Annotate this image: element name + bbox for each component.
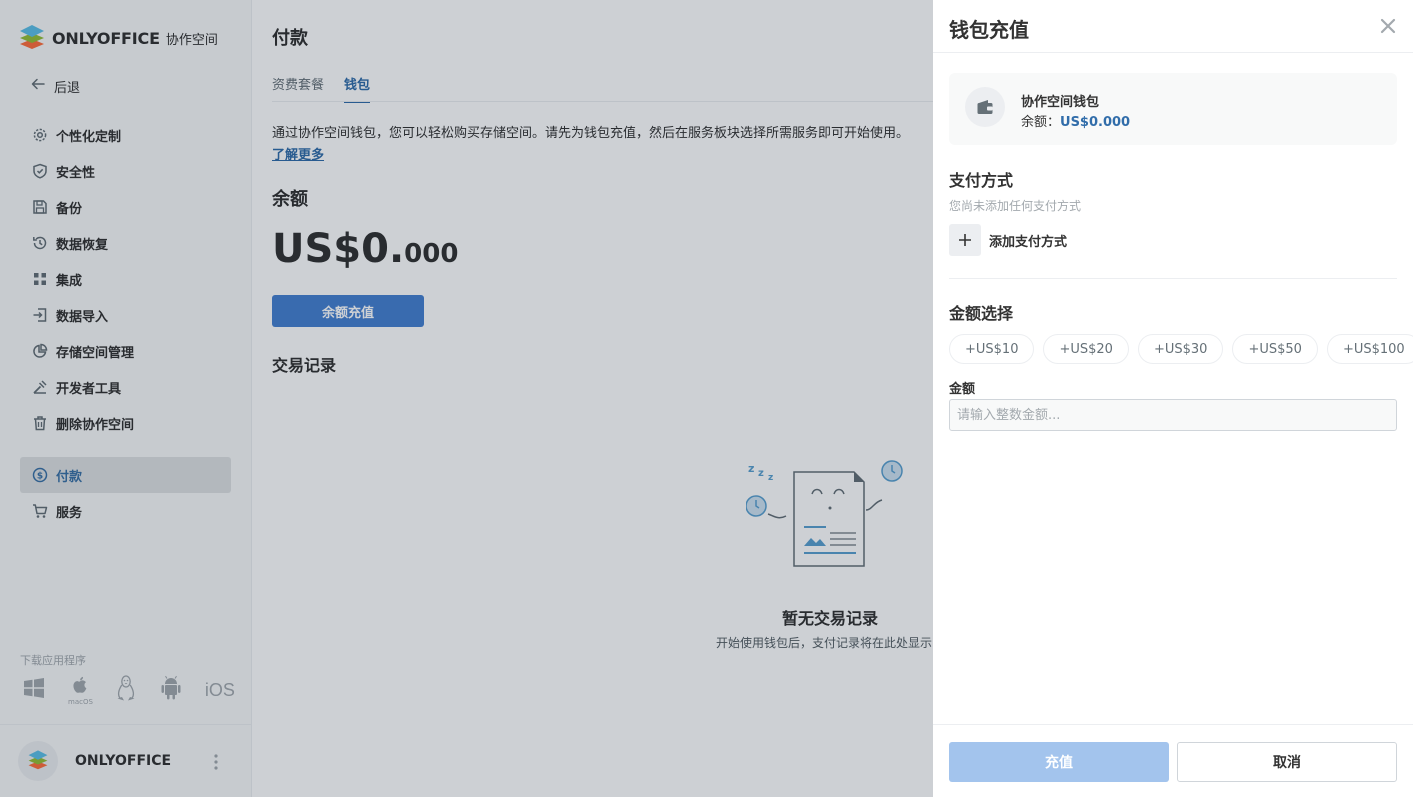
amount-selection-heading: 金额选择 [949, 304, 1014, 323]
wallet-balance-value: US$0.000 [1060, 115, 1131, 130]
payment-method-heading: 支付方式 [949, 171, 1014, 190]
panel-header: 钱包充值 [933, 0, 1413, 53]
wallet-topup-panel: 钱包充值 协作空间钱包 余额：US$0.000 支付方式 您尚未添加任何支付方式… [933, 0, 1413, 797]
panel-divider [949, 278, 1397, 279]
amount-chip[interactable]: +US$20 [1043, 334, 1129, 364]
amount-chip[interactable]: +US$50 [1232, 334, 1318, 364]
amount-chip[interactable]: +US$30 [1137, 334, 1224, 364]
wallet-balance-label: 余额： [1021, 115, 1061, 130]
add-payment-method-button[interactable]: 添加支付方式 [949, 224, 1067, 256]
add-payment-method-label: 添加支付方式 [989, 234, 1068, 250]
wallet-balance: 余额：US$0.000 [1021, 111, 1130, 130]
close-icon[interactable] [1379, 17, 1397, 39]
wallet-icon [965, 87, 1005, 127]
wallet-name: 协作空间钱包 [1021, 95, 1100, 110]
amount-options: +US$10 +US$20 +US$30 +US$50 +US$100 [949, 334, 1413, 364]
modal-backdrop[interactable] [0, 0, 933, 797]
payment-method-empty: 您尚未添加任何支付方式 [949, 199, 1082, 213]
amount-chip[interactable]: +US$100 [1326, 334, 1413, 364]
wallet-card: 协作空间钱包 余额：US$0.000 [949, 73, 1397, 145]
cancel-button[interactable]: 取消 [1177, 742, 1397, 782]
amount-input[interactable] [949, 399, 1397, 431]
plus-icon [949, 224, 981, 256]
amount-label: 金额 [949, 382, 976, 397]
panel-footer: 充值 取消 [933, 724, 1413, 797]
amount-chip[interactable]: +US$10 [949, 334, 1035, 364]
panel-title: 钱包充值 [949, 18, 1029, 42]
topup-submit-button[interactable]: 充值 [949, 742, 1169, 782]
